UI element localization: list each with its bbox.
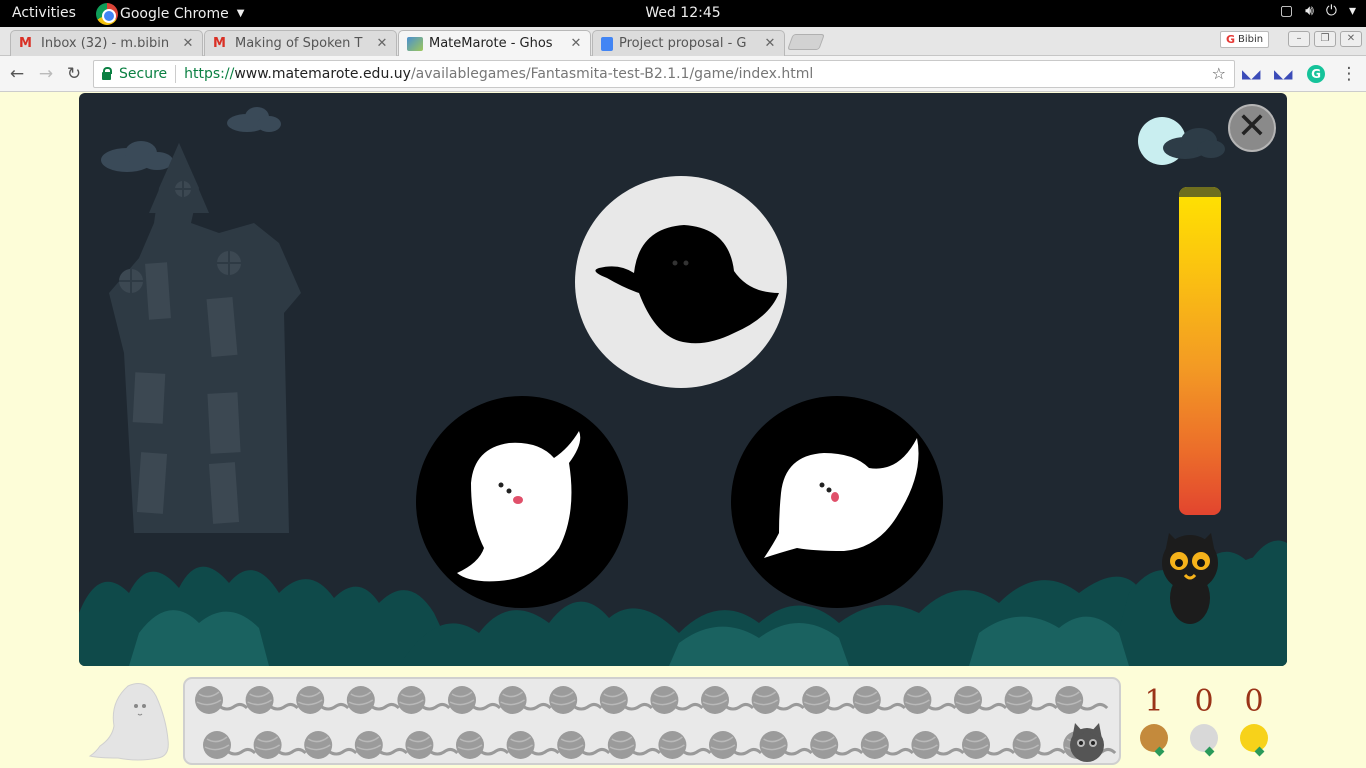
back-icon[interactable]: ← (6, 63, 28, 85)
close-window-button[interactable]: ✕ (1340, 31, 1362, 47)
matemarote-icon (407, 36, 423, 51)
yarn-balls (195, 686, 1117, 762)
profile-button[interactable]: G Bibin (1220, 31, 1270, 48)
close-tab-icon[interactable]: ✕ (568, 36, 584, 51)
tab-making-of-spoken[interactable]: M Making of Spoken T ✕ (204, 30, 397, 56)
clock[interactable]: Wed 12:45 (0, 5, 1366, 21)
yarn-ball-icon (557, 731, 611, 759)
tab-title: Inbox (32) - m.bibin (41, 36, 170, 51)
system-top-bar: Activities Google Chrome ▼ Wed 12:45 ▢ 🔊… (0, 0, 1366, 27)
gmail-icon: M (213, 35, 226, 51)
yarn-ball-icon (448, 686, 502, 714)
bronze-score: 1 (1144, 684, 1164, 719)
yarn-ball-icon (397, 686, 451, 714)
close-game-button[interactable]: ✕ (1228, 104, 1276, 152)
maximize-button[interactable]: ❐ (1314, 31, 1336, 47)
yarn-ball-icon (709, 731, 763, 759)
yarn-ball-icon (607, 731, 661, 759)
yarn-ball-icon (405, 731, 459, 759)
lock-icon (102, 67, 112, 80)
yarn-ball-icon (759, 731, 813, 759)
yarn-ball-icon (802, 686, 856, 714)
tab-title: Making of Spoken T (235, 36, 363, 51)
progress-meter (1179, 187, 1221, 515)
reload-icon[interactable]: ↻ (63, 63, 85, 85)
yarn-ball-icon (506, 731, 560, 759)
gold-score: 0 (1244, 684, 1264, 719)
url-scheme: https:// (184, 66, 235, 82)
yarn-ball-icon (245, 686, 299, 714)
mask-extension-icon[interactable]: ◣◢ (1242, 65, 1260, 83)
yarn-ball-icon (1004, 686, 1058, 714)
system-tray[interactable]: ▢ 🔊︎ ⏻ ▾ (1280, 3, 1356, 19)
url-host: www.matemarote.edu.uy (234, 66, 411, 82)
mask-extension-icon-2[interactable]: ◣◢ (1274, 65, 1292, 83)
divider (175, 65, 177, 83)
progress-meter-cap (1179, 187, 1221, 197)
yarn-ball-icon (962, 731, 1016, 759)
yarn-ball-icon (650, 686, 704, 714)
yarn-ball-icon (203, 731, 257, 759)
bronze-medal-icon (1140, 724, 1168, 752)
browser-toolbar: ← → ↻ Secure https://www.matemarote.edu.… (0, 56, 1366, 92)
yarn-ball-icon (1055, 686, 1109, 714)
yarn-ball-icon (304, 731, 358, 759)
tab-title: Project proposal - G (619, 36, 747, 51)
tab-title: MateMarote - Ghos (429, 36, 553, 51)
yarn-ball-icon (498, 686, 552, 714)
yarn-ball-icon (549, 686, 603, 714)
forward-icon[interactable]: → (35, 63, 57, 85)
tab-inbox[interactable]: M Inbox (32) - m.bibin ✕ (10, 30, 203, 56)
url-path: /availablegames/Fantasmita-test-B2.1.1/g… (410, 66, 814, 82)
yarn-ball-icon (354, 731, 408, 759)
window-icon[interactable]: ▢ (1280, 3, 1293, 19)
yarn-ball-icon (456, 731, 510, 759)
gold-medal-icon (1240, 724, 1268, 752)
yarn-ball-icon (954, 686, 1008, 714)
yarn-progress-bar (183, 677, 1121, 765)
tab-strip: M Inbox (32) - m.bibin ✕ M Making of Spo… (0, 27, 1366, 56)
cloud-icon (101, 107, 281, 172)
yarn-ball-icon (1012, 731, 1066, 759)
address-bar[interactable]: Secure https://www.matemarote.edu.uy/ava… (93, 60, 1235, 88)
yarn-ball-icon (810, 731, 864, 759)
haunted-house-icon (109, 143, 301, 533)
menu-icon[interactable]: ⋮ (1338, 63, 1360, 85)
yarn-ball-icon (195, 686, 249, 714)
silver-score: 0 (1194, 684, 1214, 719)
yarn-ball-icon (751, 686, 805, 714)
game-canvas: ✕ (79, 93, 1287, 666)
profile-icon: G (1226, 33, 1236, 46)
close-tab-icon[interactable]: ✕ (374, 36, 390, 51)
yarn-ball-icon (658, 731, 712, 759)
volume-icon[interactable]: 🔊︎ (1305, 3, 1314, 19)
yarn-ball-icon (701, 686, 755, 714)
tab-project-proposal[interactable]: Project proposal - G ✕ (592, 30, 785, 56)
yarn-ball-icon (911, 731, 965, 759)
profile-name: Bibin (1238, 34, 1264, 45)
player-ghost-icon (88, 683, 169, 761)
yarn-ball-icon (253, 731, 307, 759)
gmail-icon: M (19, 35, 32, 51)
minimize-button[interactable]: – (1288, 31, 1310, 47)
yarn-ball-icon (860, 731, 914, 759)
new-tab-button[interactable] (787, 34, 825, 50)
power-icon[interactable]: ⏻ (1326, 3, 1337, 19)
yarn-ball-icon (852, 686, 906, 714)
silver-medal-icon (1190, 724, 1218, 752)
bookmark-star-icon[interactable]: ☆ (1212, 64, 1226, 83)
cat-marker-icon (1070, 723, 1104, 762)
close-tab-icon[interactable]: ✕ (762, 36, 778, 51)
yarn-ball-icon (903, 686, 957, 714)
yarn-ball-icon (599, 686, 653, 714)
grammarly-icon[interactable]: G (1307, 65, 1325, 83)
chevron-down-icon[interactable]: ▾ (1349, 3, 1356, 19)
google-docs-icon (601, 36, 613, 51)
yarn-ball-icon (296, 686, 350, 714)
close-tab-icon[interactable]: ✕ (180, 36, 196, 51)
tab-matemarote[interactable]: MateMarote - Ghos ✕ (398, 30, 591, 56)
game-scene (79, 107, 1287, 666)
yarn-ball-icon (346, 686, 400, 714)
security-label: Secure (119, 66, 168, 82)
